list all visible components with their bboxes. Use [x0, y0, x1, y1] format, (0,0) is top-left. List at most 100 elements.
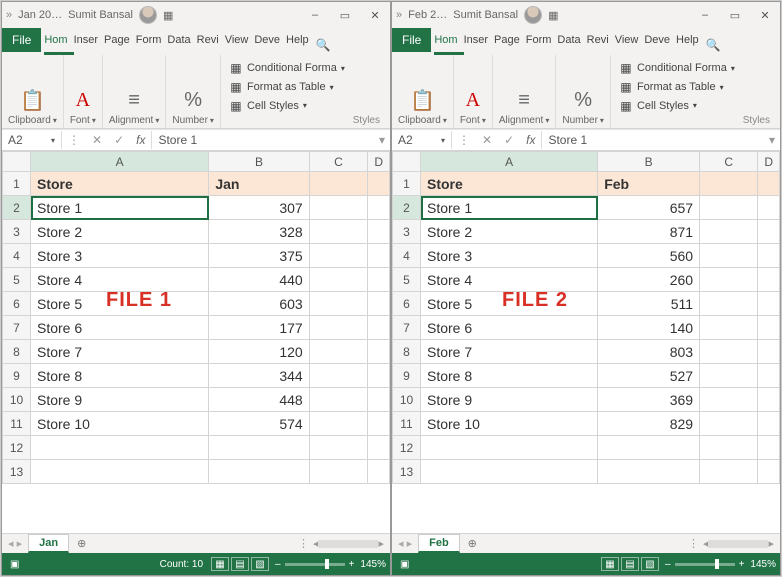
record-macro-icon[interactable]: ▣	[400, 559, 409, 570]
row-header[interactable]: 1	[3, 172, 31, 196]
formula-input[interactable]: Store 1	[151, 131, 374, 149]
record-macro-icon[interactable]: ▣	[10, 559, 19, 570]
active-cell[interactable]: Store 1	[421, 196, 598, 220]
tab-insert[interactable]: Inser	[71, 28, 101, 52]
select-all-corner[interactable]	[393, 152, 421, 172]
cancel-formula-icon[interactable]: ✕	[86, 133, 108, 147]
tell-me-icon[interactable]: 🔍	[316, 38, 331, 52]
col-header-a[interactable]: A	[421, 152, 598, 172]
close-button[interactable]: ✕	[750, 3, 780, 27]
fx-icon[interactable]: fx	[130, 133, 151, 147]
zoom-slider[interactable]	[675, 563, 735, 566]
col-header-c[interactable]: C	[309, 152, 368, 172]
zoom-in-button[interactable]: +	[739, 559, 745, 570]
col-header-a[interactable]: A	[31, 152, 209, 172]
zoom-level[interactable]: 145%	[750, 559, 776, 570]
font-launcher[interactable]: ▾	[92, 116, 96, 125]
alignment-icon[interactable]: ≡	[518, 85, 530, 115]
sheet-tab-active[interactable]: Feb	[418, 534, 460, 553]
tell-me-icon[interactable]: 🔍	[706, 38, 721, 52]
clipboard-launcher[interactable]: ▾	[53, 116, 57, 125]
font-icon[interactable]: A	[466, 85, 480, 115]
name-box[interactable]: A2▾	[2, 131, 62, 149]
col-header-d[interactable]: D	[758, 152, 780, 172]
worksheet-grid[interactable]: A B C D 1 Store Feb 2Store 1657 3Store 2…	[392, 151, 780, 533]
hscroll-track[interactable]	[708, 540, 768, 548]
ribbon-display-options-icon[interactable]: ▦	[163, 9, 173, 22]
font-icon[interactable]: A	[76, 85, 90, 115]
zoom-out-button[interactable]: –	[665, 559, 671, 570]
worksheet-grid[interactable]: A B C D 1 Store Jan 2Store 1307 3Store 2…	[2, 151, 390, 533]
cell[interactable]: 307	[209, 196, 309, 220]
page-break-view-button[interactable]: ▧	[641, 557, 659, 571]
close-button[interactable]: ✕	[360, 3, 390, 27]
page-layout-view-button[interactable]: ▤	[231, 557, 249, 571]
format-as-table-button[interactable]: ▦Format as Table▾	[619, 78, 774, 97]
file-tab[interactable]: File	[2, 28, 41, 52]
minimize-button[interactable]: –	[300, 3, 330, 27]
fx-icon[interactable]: fx	[520, 133, 541, 147]
normal-view-button[interactable]: ▦	[601, 557, 619, 571]
cell[interactable]: Jan	[209, 172, 309, 196]
conditional-formatting-button[interactable]: ▦Conditional Forma▾	[229, 59, 384, 78]
avatar[interactable]	[524, 6, 542, 24]
select-all-corner[interactable]	[3, 152, 31, 172]
sheet-tab-active[interactable]: Jan	[28, 534, 69, 553]
active-cell[interactable]: Store 1	[31, 196, 209, 220]
sheet-scroll-left-icon[interactable]: ◂ ▸	[392, 537, 418, 550]
zoom-level[interactable]: 145%	[360, 559, 386, 570]
zoom-slider[interactable]	[285, 563, 345, 566]
add-sheet-button[interactable]: ⊕	[69, 537, 94, 550]
number-icon[interactable]: %	[184, 85, 202, 115]
tab-developer[interactable]: Deve	[251, 28, 283, 52]
file-tab[interactable]: File	[392, 28, 431, 52]
tab-developer[interactable]: Deve	[641, 28, 673, 52]
clipboard-icon[interactable]: 📋	[20, 85, 45, 115]
formula-expand-icon[interactable]: ▾	[374, 133, 390, 147]
cell-styles-button[interactable]: ▦Cell Styles▾	[229, 96, 384, 115]
tab-view[interactable]: View	[612, 28, 642, 52]
tab-review[interactable]: Revi	[584, 28, 612, 52]
tab-formulas[interactable]: Form	[133, 28, 165, 52]
cell[interactable]: Store	[31, 172, 209, 196]
zoom-out-button[interactable]: –	[275, 559, 281, 570]
tab-page-layout[interactable]: Page	[101, 28, 133, 52]
cell-styles-button[interactable]: ▦Cell Styles▾	[619, 96, 774, 115]
tab-help[interactable]: Help	[283, 28, 312, 52]
normal-view-button[interactable]: ▦	[211, 557, 229, 571]
tab-view[interactable]: View	[222, 28, 252, 52]
tab-home[interactable]: Hom	[431, 28, 460, 52]
quick-access-overflow[interactable]: »	[6, 9, 12, 21]
number-launcher[interactable]: ▾	[210, 116, 214, 125]
tab-insert[interactable]: Inser	[461, 28, 491, 52]
tab-help[interactable]: Help	[673, 28, 702, 52]
col-header-b[interactable]: B	[209, 152, 309, 172]
hscroll-right-icon[interactable]: ▸	[378, 537, 384, 550]
col-header-c[interactable]: C	[700, 152, 758, 172]
page-break-view-button[interactable]: ▧	[251, 557, 269, 571]
add-sheet-button[interactable]: ⊕	[460, 537, 485, 550]
tab-data[interactable]: Data	[554, 28, 583, 52]
sheet-scroll-left-icon[interactable]: ◂ ▸	[2, 537, 28, 550]
row-header[interactable]: 2	[3, 196, 31, 220]
zoom-in-button[interactable]: +	[349, 559, 355, 570]
maximize-button[interactable]: ▭	[720, 3, 750, 27]
maximize-button[interactable]: ▭	[330, 3, 360, 27]
quick-access-overflow[interactable]: »	[396, 9, 402, 21]
tab-review[interactable]: Revi	[194, 28, 222, 52]
hscroll-track[interactable]	[318, 540, 378, 548]
clipboard-icon[interactable]: 📋	[410, 85, 435, 115]
enter-formula-icon[interactable]: ✓	[498, 133, 520, 147]
formula-input[interactable]: Store 1	[541, 131, 764, 149]
minimize-button[interactable]: –	[690, 3, 720, 27]
cell[interactable]	[309, 172, 368, 196]
enter-formula-icon[interactable]: ✓	[108, 133, 130, 147]
alignment-icon[interactable]: ≡	[128, 85, 140, 115]
col-header-d[interactable]: D	[368, 152, 390, 172]
tab-home[interactable]: Hom	[41, 28, 70, 52]
page-layout-view-button[interactable]: ▤	[621, 557, 639, 571]
hscroll-right-icon[interactable]: ▸	[768, 537, 774, 550]
ribbon-display-options-icon[interactable]: ▦	[548, 9, 558, 22]
tab-data[interactable]: Data	[164, 28, 193, 52]
tab-formulas[interactable]: Form	[523, 28, 555, 52]
